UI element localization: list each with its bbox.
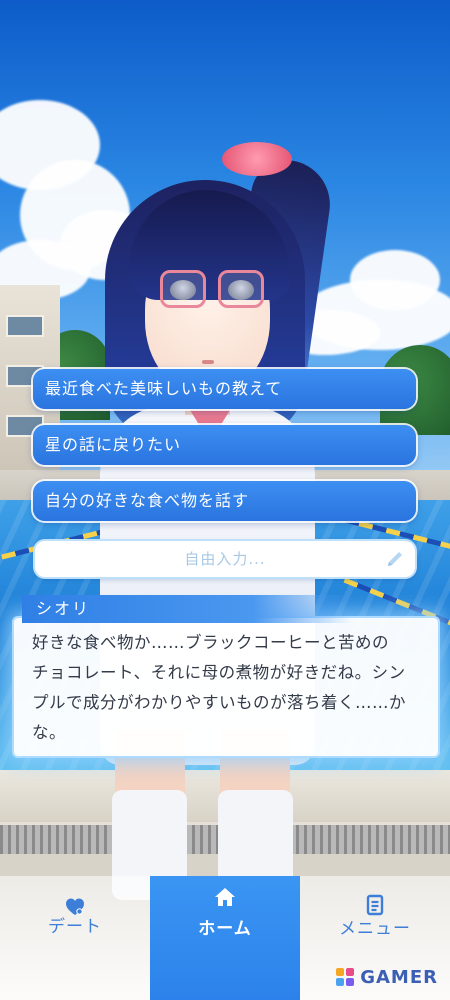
choice-button-stars-topic[interactable]: 星の話に戻りたい [33,425,416,465]
pencil-icon [388,552,402,566]
character-glasses [218,270,264,308]
gamer-logo-icon [336,968,355,986]
nav-date-button[interactable]: デート [0,876,150,1000]
dialog-line: チョコレート、それに母の煮物が好きだね。シン [32,663,406,682]
dialog-line: 好きな食べ物か……ブラックコーヒーと苦めの [32,633,389,652]
cloud [350,250,440,310]
character-mouth [202,360,214,364]
choice-button-recent-food[interactable]: 最近食べた美味しいもの教えて [33,369,416,409]
free-input-field[interactable]: 自由入力... [35,541,415,577]
menu-list-icon [366,894,384,916]
gamer-watermark: GAMER [335,965,438,989]
free-input-placeholder: 自由入力... [184,550,266,568]
character-scrunchie [222,142,292,176]
speaker-name: シオリ [22,595,352,623]
dialog-line: な。 [32,723,66,742]
dialog-text: 好きな食べ物か……ブラックコーヒーと苦めの チョコレート、それに母の煮物が好きだ… [32,628,424,748]
dialog-line: プルで成分がわかりやすいものが落ち着く……か [32,693,406,712]
home-icon [215,888,235,906]
character-glasses [160,270,206,308]
watermark-text: GAMER [360,966,438,988]
nav-menu-label: メニュー [339,919,411,939]
nav-date-label: デート [48,917,102,937]
nav-home-button[interactable]: ホーム [150,876,300,1000]
nav-home-label: ホーム [198,919,252,939]
building-window [6,315,44,337]
choice-button-favorite-food[interactable]: 自分の好きな食べ物を話す [33,481,416,521]
dialog-box[interactable]: 好きな食べ物か……ブラックコーヒーと苦めの チョコレート、それに母の煮物が好きだ… [14,618,438,756]
